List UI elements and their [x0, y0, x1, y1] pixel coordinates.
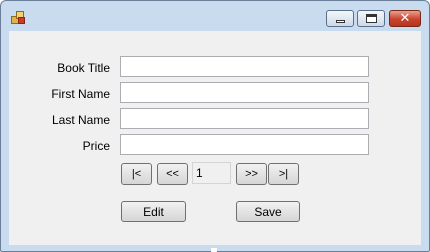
minimize-button[interactable] [326, 10, 354, 27]
last-name-label: Last Name [51, 113, 110, 127]
main-window: ✕ Book Title First Name Last Name Price … [0, 0, 430, 252]
edit-button[interactable]: Edit [121, 201, 186, 222]
maximize-icon [365, 14, 377, 23]
book-title-field[interactable] [120, 56, 369, 77]
close-icon: ✕ [399, 11, 411, 26]
record-position-field[interactable]: 1 [192, 162, 231, 184]
last-name-field[interactable] [120, 108, 369, 129]
title-bar[interactable]: ✕ [1, 1, 429, 31]
price-label: Price [82, 139, 110, 153]
save-button[interactable]: Save [236, 201, 300, 222]
close-button[interactable]: ✕ [389, 10, 421, 27]
form-client-area: Book Title First Name Last Name Price |<… [9, 31, 421, 245]
minimize-icon [335, 20, 345, 23]
resize-grip[interactable] [211, 248, 217, 252]
maximize-button[interactable] [357, 10, 385, 27]
previous-record-button[interactable]: << [157, 163, 188, 185]
price-field[interactable] [120, 134, 369, 155]
first-name-label: First Name [51, 87, 110, 101]
last-record-button[interactable]: >| [268, 163, 299, 185]
app-icon[interactable] [11, 11, 25, 24]
book-title-label: Book Title [57, 61, 110, 75]
first-name-field[interactable] [120, 82, 369, 103]
next-record-button[interactable]: >> [236, 163, 267, 185]
first-record-button[interactable]: |< [121, 163, 152, 185]
